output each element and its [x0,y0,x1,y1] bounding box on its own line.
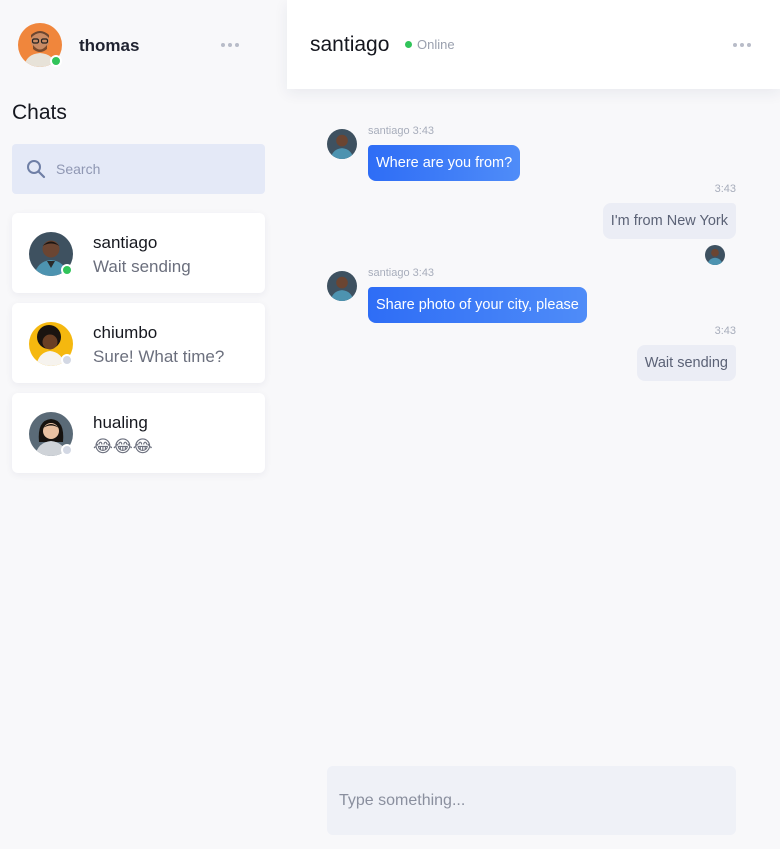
message-bubble-outgoing: I'm from New York [602,203,736,239]
message-bubble-incoming: Where are you from? [368,145,521,181]
current-user: thomas [18,23,268,67]
chat-more-options-icon[interactable] [733,40,751,50]
chat-header: santiago Online [287,0,780,89]
chat-item-name: santiago [93,233,158,252]
chats-title: Chats [12,101,67,124]
message-composer[interactable] [327,766,736,835]
chat-item-santiago[interactable]: santiago Wait sending [12,213,265,293]
user-name: thomas [79,36,140,55]
online-status-text: Online [417,37,455,52]
contact-offline-indicator [61,444,73,456]
chat-item-last-message: 😂😂😂 [93,437,153,456]
search-box[interactable] [12,144,265,194]
message-input[interactable] [339,766,729,835]
search-input[interactable] [56,144,256,194]
user-more-options-icon[interactable] [221,40,239,50]
chat-item-chiumbo[interactable]: chiumbo Sure! What time? [12,303,265,383]
contact-offline-indicator [61,354,73,366]
message-bubble-outgoing: Wait sending [636,345,736,381]
online-status-dot [405,41,412,48]
chat-item-last-message: Sure! What time? [93,347,225,366]
chat-item-hualing[interactable]: hualing 😂😂😂 [12,393,265,473]
message-bubble-incoming: Share photo of your city, please [368,287,587,323]
chat-item-last-message: Wait sending [93,257,191,276]
chat-item-name: chiumbo [93,323,158,342]
sender-avatar [327,129,357,159]
read-receipt-avatar [705,245,725,265]
message-meta: 3:43 [714,325,736,337]
message-meta: santiago 3:43 [368,267,435,279]
chat-contact-name: santiago [310,33,390,56]
sender-avatar [327,271,357,301]
message-meta: 3:43 [714,183,736,195]
search-icon [27,160,46,179]
chat-item-name: hualing [93,413,148,432]
sidebar: thomas Chats santiago Wait sending [0,0,278,849]
message-meta: santiago 3:43 [368,125,435,137]
user-online-indicator [50,55,62,67]
contact-online-indicator [61,264,73,276]
